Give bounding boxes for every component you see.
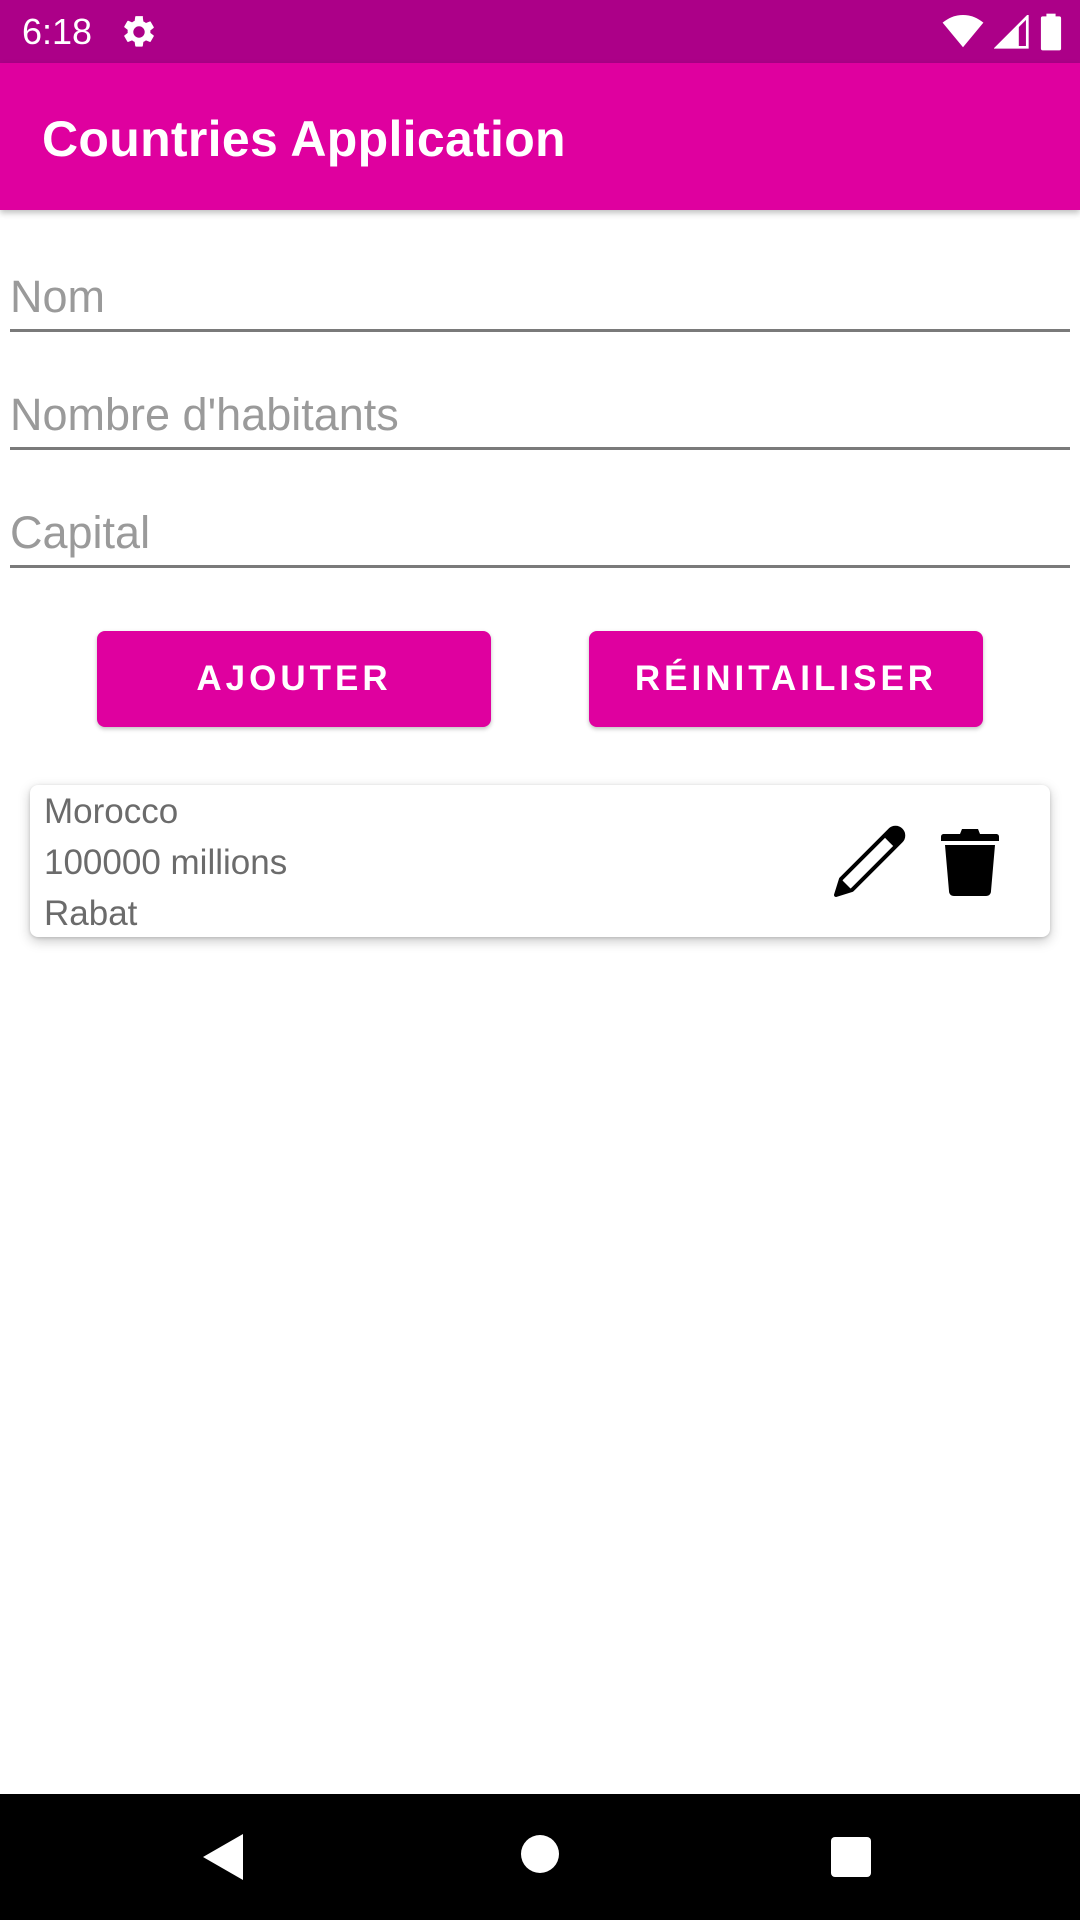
status-time: 6:18 — [22, 11, 93, 52]
status-icons — [942, 12, 1062, 52]
navigation-bar — [0, 1794, 1080, 1920]
reset-button[interactable]: RÉINITAILISER — [589, 631, 983, 727]
cell-signal-icon — [994, 15, 1029, 49]
screen: 6:18 Countries Application Nom Nombre d'… — [0, 0, 1080, 1920]
country-population: 100000 millions — [44, 843, 288, 882]
status-bar: 6:18 — [0, 0, 1080, 63]
country-card: Morocco 100000 millions Rabat — [30, 785, 1050, 937]
app-title: Countries Application — [42, 111, 566, 167]
wifi-icon — [942, 15, 984, 48]
capital-input[interactable] — [10, 507, 1070, 559]
population-input[interactable] — [10, 389, 1070, 441]
name-field[interactable] — [10, 242, 1070, 332]
name-input[interactable] — [10, 271, 1070, 323]
capital-field[interactable] — [10, 478, 1070, 568]
population-field[interactable] — [10, 360, 1070, 450]
add-button[interactable]: AJOUTER — [97, 631, 491, 727]
app-bar: Countries Application — [0, 63, 1080, 210]
home-icon[interactable] — [520, 1834, 560, 1874]
recents-icon[interactable] — [830, 1836, 872, 1878]
country-capital: Rabat — [44, 894, 138, 933]
battery-icon — [1040, 13, 1062, 51]
edit-icon[interactable] — [828, 823, 908, 903]
back-icon[interactable] — [203, 1834, 245, 1880]
country-name: Morocco — [44, 792, 179, 831]
settings-icon — [124, 16, 154, 47]
delete-icon[interactable] — [940, 827, 1000, 897]
